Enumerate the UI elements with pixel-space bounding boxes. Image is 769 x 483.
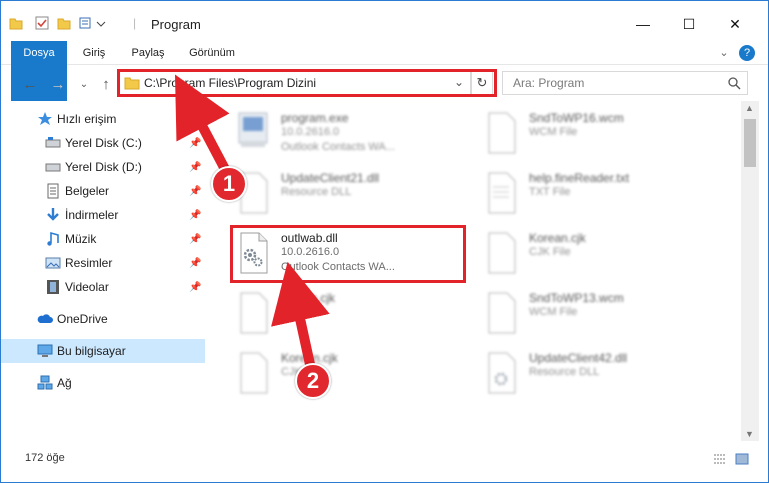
step-1-badge: 1	[211, 166, 247, 202]
arrow-to-address	[174, 74, 232, 176]
arrow-to-file	[271, 261, 330, 371]
step-2-badge: 2	[295, 363, 331, 399]
explorer-window: | Program — ☐ ✕ Dosya Giriş Paylaş Görün…	[0, 0, 769, 483]
annotation-arrows	[174, 74, 330, 371]
